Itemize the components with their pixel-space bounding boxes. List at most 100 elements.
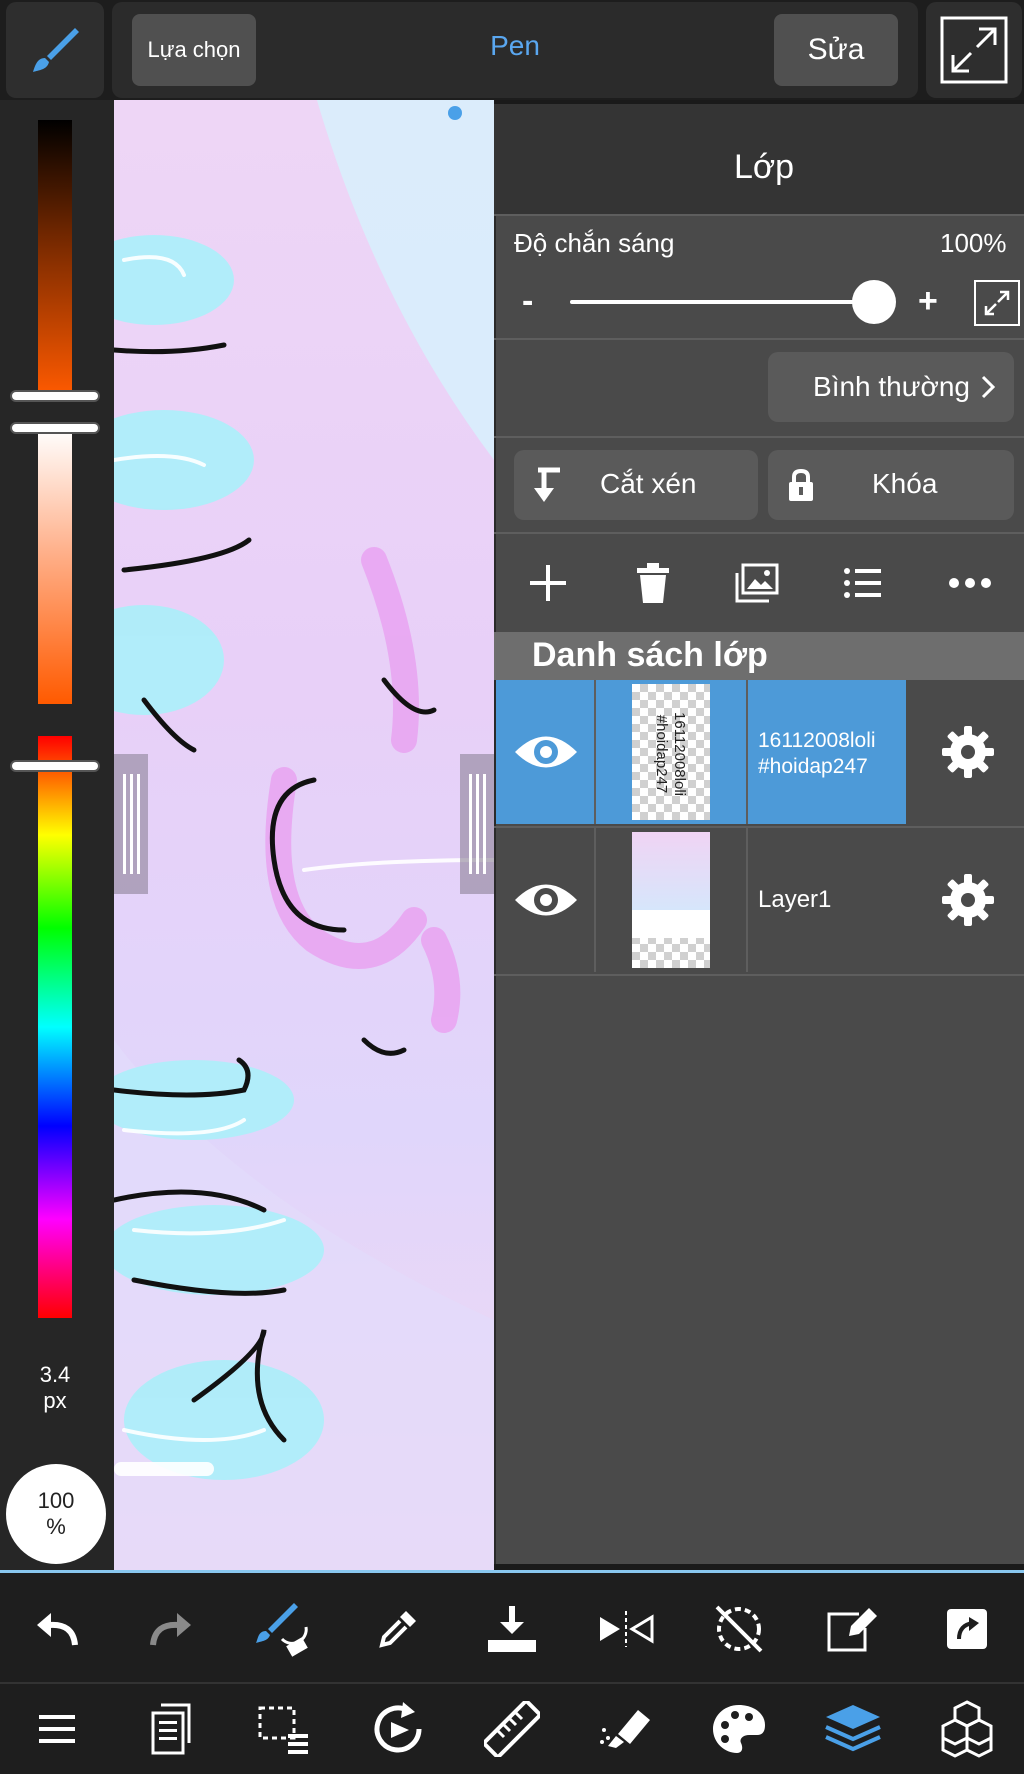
rotate-canvas-button[interactable]	[366, 1697, 430, 1761]
drawing-canvas[interactable]	[114, 100, 494, 1572]
more-options-icon[interactable]	[948, 577, 992, 589]
layer-row[interactable]: Layer1	[496, 828, 1024, 972]
ruler-button[interactable]	[480, 1697, 544, 1761]
layers-icon	[825, 1705, 882, 1752]
expand-icon	[984, 290, 1010, 316]
layer-settings-button[interactable]	[912, 680, 1024, 824]
layers-button[interactable]	[821, 1697, 885, 1761]
layer-thumbnail-white	[632, 910, 710, 938]
ruler-icon	[483, 1701, 540, 1757]
fullscreen-button[interactable]	[926, 2, 1022, 98]
lock-label: Khóa	[872, 468, 938, 499]
chevron-right-icon	[981, 375, 996, 399]
materials-icon	[941, 1700, 993, 1758]
rotate-canvas-icon	[374, 1702, 422, 1753]
menu-button[interactable]	[25, 1697, 89, 1761]
opacity-decrease-button[interactable]: -	[522, 282, 533, 321]
edit-button[interactable]: Sửa	[774, 14, 898, 86]
opacity-increase-button[interactable]: +	[918, 282, 938, 321]
layer-thumbnail: 16112008loli #hoidap247	[632, 684, 710, 820]
share-icon	[947, 1609, 987, 1649]
brush-size-value: 3.4	[39, 1362, 71, 1387]
undo-button[interactable]	[25, 1597, 89, 1661]
brush-icon	[33, 28, 79, 72]
divider	[494, 338, 1024, 340]
rotation-lock-button[interactable]	[707, 1597, 771, 1661]
action-toolbar	[0, 1584, 1024, 1674]
blend-mode-label: Bình thường	[813, 371, 970, 402]
layer-thumbnail	[632, 832, 710, 968]
brush-tool-button[interactable]	[6, 2, 104, 98]
divider	[746, 680, 748, 824]
transform-icon	[827, 1608, 878, 1652]
palette-icon	[713, 1705, 766, 1753]
canvas-right-handle[interactable]	[460, 754, 494, 894]
selection-tool-button[interactable]	[252, 1697, 316, 1761]
layer-row[interactable]: 16112008loli #hoidap247 16112008loli #ho…	[496, 680, 1024, 824]
brightness-handle[interactable]	[12, 392, 98, 400]
layer-panel-title: Lớp	[733, 148, 795, 186]
layer-visibility-toggle[interactable]	[496, 828, 596, 972]
fill-button[interactable]	[594, 1697, 658, 1761]
eye-icon	[515, 736, 577, 768]
page-indicator-dot	[448, 106, 462, 120]
canvas-left-handle[interactable]	[114, 754, 148, 894]
redo-button[interactable]	[139, 1597, 203, 1661]
gear-icon	[942, 874, 994, 926]
brush-opacity-button[interactable]: 100 %	[6, 1464, 106, 1564]
save-button[interactable]	[480, 1597, 544, 1661]
saturation-handle[interactable]	[12, 424, 98, 432]
palette-button[interactable]	[707, 1697, 771, 1761]
canvas-artwork	[114, 100, 494, 1572]
gear-icon	[942, 726, 994, 778]
delete-layer-icon[interactable]	[635, 562, 671, 604]
expand-icon	[940, 16, 1008, 84]
flip-button[interactable]	[594, 1597, 658, 1661]
lock-button[interactable]: Khóa	[768, 450, 1014, 520]
brush-swap-button[interactable]	[252, 1597, 316, 1661]
current-tool-name[interactable]: Pen	[430, 30, 600, 70]
layer-list-icon[interactable]	[843, 566, 883, 600]
brush-size-readout[interactable]: 3.4 px	[20, 1362, 90, 1414]
brush-opacity-unit: %	[46, 1514, 66, 1539]
share-button[interactable]	[935, 1597, 999, 1661]
divider	[594, 680, 596, 824]
hue-slider[interactable]	[38, 736, 72, 1318]
brush-size-unit: px	[43, 1388, 67, 1413]
saturation-slider[interactable]	[38, 428, 72, 704]
divider	[494, 532, 1024, 534]
selection-button[interactable]: Lựa chọn	[132, 14, 256, 86]
layer-list-title: Danh sách lớp	[532, 636, 768, 674]
layer-name-line2: #hoidap247	[758, 755, 868, 778]
layer-opacity-slider[interactable]	[570, 300, 870, 304]
selection-icon	[258, 1706, 309, 1754]
layer-name: Layer1	[758, 886, 832, 913]
transform-button[interactable]	[821, 1597, 885, 1661]
blend-mode-button[interactable]: Bình thường	[768, 352, 1014, 422]
materials-button[interactable]	[935, 1697, 999, 1761]
lock-icon	[789, 468, 813, 501]
add-layer-icon[interactable]	[526, 561, 570, 605]
clipping-label: Cắt xén	[600, 468, 697, 499]
layer-thumbnail-text: 16112008loli #hoidap247	[653, 712, 688, 796]
divider	[494, 214, 1024, 216]
pages-icon	[151, 1703, 191, 1755]
layer-settings-button[interactable]	[912, 828, 1024, 972]
undo-icon	[36, 1613, 78, 1646]
layer-actions-bar	[494, 538, 1024, 628]
import-image-icon[interactable]	[735, 563, 779, 603]
save-icon	[487, 1606, 536, 1652]
menu-icon	[38, 1715, 75, 1743]
brightness-slider[interactable]	[38, 120, 72, 396]
pages-button[interactable]	[139, 1697, 203, 1761]
layer-visibility-toggle[interactable]	[496, 680, 596, 824]
eyedropper-icon	[379, 1611, 417, 1648]
clipping-button[interactable]: Cắt xén	[514, 450, 758, 520]
eyedropper-button[interactable]	[366, 1597, 430, 1661]
opacity-expand-button[interactable]	[974, 280, 1020, 326]
layer-name: 16112008loli #hoidap247	[758, 728, 876, 780]
hue-handle[interactable]	[12, 762, 98, 770]
toolbar-top-edge	[0, 1570, 1024, 1573]
brush-swap-icon	[256, 1603, 309, 1657]
layer-opacity-knob[interactable]	[852, 280, 896, 324]
